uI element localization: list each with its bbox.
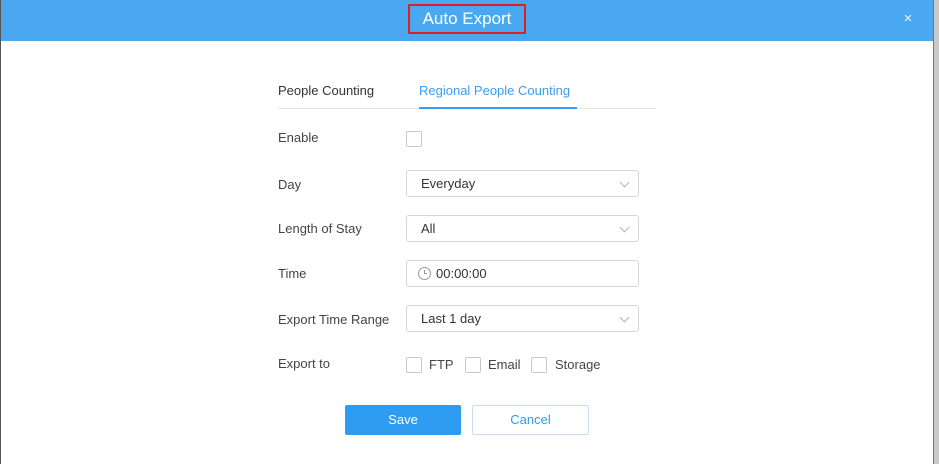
enable-checkbox[interactable] — [406, 131, 422, 147]
window-right-gutter — [934, 0, 939, 464]
active-tab-indicator — [419, 107, 577, 109]
time-input[interactable]: 00:00:00 — [406, 260, 639, 287]
export-time-range-label: Export Time Range — [278, 312, 390, 327]
ftp-checkbox[interactable] — [406, 357, 422, 373]
tab-people-counting[interactable]: People Counting — [278, 83, 374, 98]
enable-label: Enable — [278, 130, 319, 145]
save-button[interactable]: Save — [345, 405, 461, 435]
export-time-range-select-value: Last 1 day — [421, 311, 481, 326]
time-label: Time — [278, 266, 307, 281]
chevron-down-icon — [619, 312, 630, 323]
day-label: Day — [278, 177, 302, 192]
clock-icon — [418, 267, 431, 280]
storage-checkbox[interactable] — [531, 357, 547, 373]
tab-regional-people-counting[interactable]: Regional People Counting — [419, 83, 570, 98]
ftp-label: FTP — [429, 357, 454, 372]
export-time-range-select[interactable]: Last 1 day — [406, 305, 639, 332]
storage-label: Storage — [555, 357, 601, 372]
email-label: Email — [488, 357, 521, 372]
day-select-value: Everyday — [421, 176, 476, 191]
time-input-value: 00:00:00 — [436, 266, 487, 281]
email-checkbox[interactable] — [465, 357, 481, 373]
export-to-label: Export to — [278, 356, 331, 371]
length-of-stay-select-value: All — [421, 221, 436, 236]
chevron-down-icon — [619, 222, 630, 233]
window-left-border — [0, 0, 1, 464]
day-select[interactable]: Everyday — [406, 170, 639, 197]
length-of-stay-select[interactable]: All — [406, 215, 639, 242]
length-of-stay-label: Length of Stay — [278, 221, 362, 236]
cancel-button[interactable]: Cancel — [472, 405, 589, 435]
chevron-down-icon — [619, 177, 630, 188]
close-icon[interactable]: × — [898, 9, 918, 29]
title-highlight-box — [408, 4, 526, 34]
